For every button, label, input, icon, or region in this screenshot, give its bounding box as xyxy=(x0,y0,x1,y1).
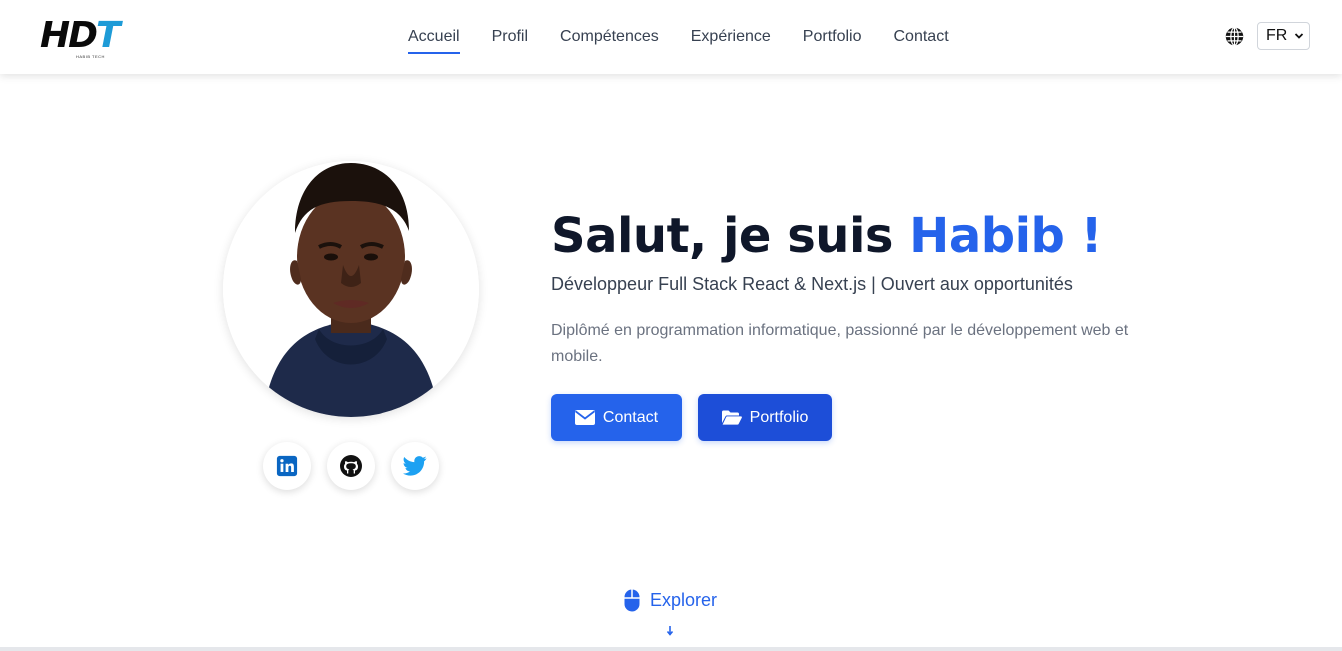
linkedin-link[interactable] xyxy=(263,442,311,490)
site-header: HDT HABIB TECH Accueil Profil Compétence… xyxy=(0,0,1342,74)
nav-item-profil[interactable]: Profil xyxy=(492,27,528,47)
nav-item-experience[interactable]: Expérience xyxy=(691,27,771,47)
logo-subtitle: HABIB TECH xyxy=(76,54,105,59)
chevron-down-icon xyxy=(1294,33,1304,39)
logo-text: HDT xyxy=(40,15,121,56)
main-nav: Accueil Profil Compétences Expérience Po… xyxy=(392,0,965,74)
nav-item-competences[interactable]: Compétences xyxy=(560,27,659,47)
github-link[interactable] xyxy=(327,442,375,490)
explore-label: Explorer xyxy=(650,590,718,610)
portfolio-button[interactable]: Portfolio xyxy=(698,394,832,441)
globe-icon xyxy=(1225,27,1244,46)
hero-description: Diplômé en programmation informatique, p… xyxy=(551,322,1129,365)
hero-title-prefix: Salut, je suis xyxy=(551,208,910,264)
hero-subtitle: Développeur Full Stack React & Next.js |… xyxy=(551,274,1073,294)
explore-link[interactable]: Explorer xyxy=(624,589,717,612)
contact-button-label: Contact xyxy=(602,408,659,426)
profile-photo xyxy=(223,161,479,417)
site-logo[interactable]: HDT HABIB TECH xyxy=(40,14,124,60)
twitter-icon xyxy=(403,456,427,476)
arrow-down-icon xyxy=(666,626,674,636)
section-divider xyxy=(0,647,1342,651)
hero-title: Salut, je suis Habib ! xyxy=(551,206,1103,266)
nav-item-contact[interactable]: Contact xyxy=(894,27,949,47)
folder-open-icon xyxy=(721,410,742,425)
mouse-icon xyxy=(624,589,640,612)
language-select[interactable]: FR xyxy=(1257,22,1310,50)
linkedin-icon xyxy=(276,455,298,477)
nav-item-portfolio[interactable]: Portfolio xyxy=(803,27,862,47)
envelope-icon xyxy=(574,410,595,425)
contact-button[interactable]: Contact xyxy=(551,394,682,441)
twitter-link[interactable] xyxy=(391,442,439,490)
profile-portrait-image xyxy=(223,161,479,417)
language-select-value: FR xyxy=(1266,27,1288,44)
github-icon xyxy=(340,455,362,477)
hero-title-name: Habib ! xyxy=(909,208,1103,264)
portfolio-button-label: Portfolio xyxy=(749,408,809,426)
nav-item-accueil[interactable]: Accueil xyxy=(408,27,460,54)
